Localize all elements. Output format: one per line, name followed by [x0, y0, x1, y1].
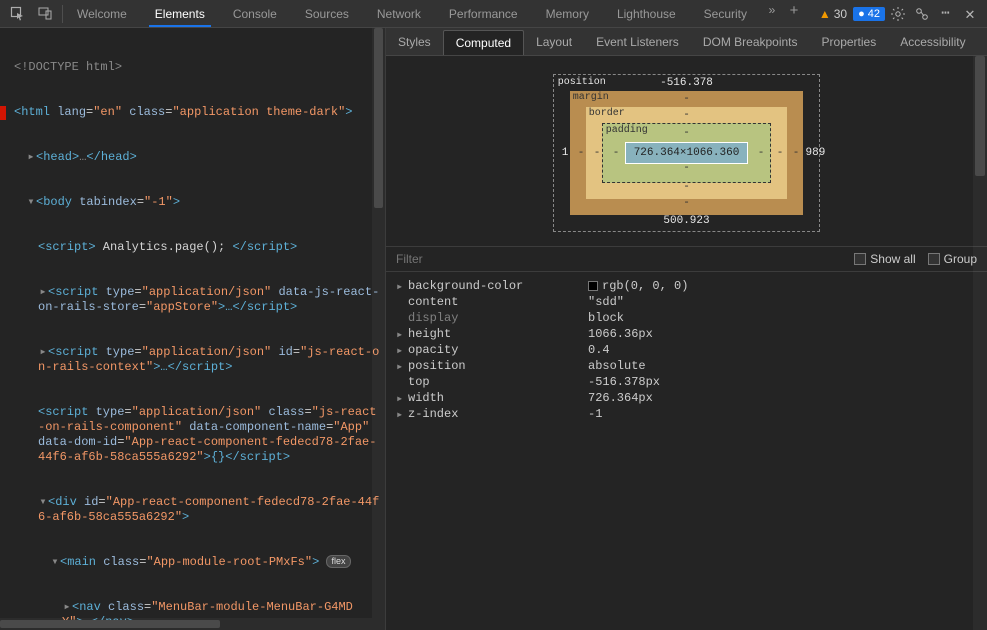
- elements-dom-tree-pane: <!DOCTYPE html> <html lang="en" class="a…: [0, 28, 385, 630]
- subtab-dom-breakpoints[interactable]: DOM Breakpoints: [691, 28, 810, 55]
- expand-arrow-icon[interactable]: ▾: [26, 195, 36, 210]
- overview-marker: [0, 106, 6, 120]
- computed-prop-row[interactable]: content"sdd": [396, 294, 977, 310]
- tab-elements[interactable]: Elements: [141, 0, 219, 27]
- doctype-line: <!DOCTYPE html>: [14, 60, 122, 74]
- subtab-styles[interactable]: Styles: [386, 28, 443, 55]
- dom-tree[interactable]: <!DOCTYPE html> <html lang="en" class="a…: [0, 28, 385, 630]
- color-swatch-icon[interactable]: [588, 281, 598, 291]
- tab-network[interactable]: Network: [363, 0, 435, 27]
- tab-performance[interactable]: Performance: [435, 0, 532, 27]
- more-options-icon[interactable]: ⋯: [935, 3, 957, 25]
- box-model-position-bottom[interactable]: 500.923: [663, 215, 709, 227]
- computed-properties-list: ▸background-colorrgb(0, 0, 0) content"sd…: [386, 272, 987, 428]
- subtab-accessibility[interactable]: Accessibility: [888, 28, 977, 55]
- computed-prop-row[interactable]: top-516.378px: [396, 374, 977, 390]
- computed-filter-row: Show all Group: [386, 246, 987, 272]
- flex-badge[interactable]: flex: [326, 555, 350, 568]
- computed-prop-row[interactable]: displayblock: [396, 310, 977, 326]
- warnings-count: 30: [834, 7, 847, 21]
- box-model-diagram: position -516.378 500.923 1.989 -1.989 m…: [386, 56, 987, 246]
- box-model-padding-label: padding: [606, 125, 648, 136]
- computed-filter-input[interactable]: [396, 252, 842, 266]
- toggle-device-icon[interactable]: [34, 3, 56, 25]
- tab-welcome[interactable]: Welcome: [63, 0, 141, 27]
- tab-security[interactable]: Security: [690, 0, 761, 27]
- computed-prop-row[interactable]: ▸opacity0.4: [396, 342, 977, 358]
- subtab-event-listeners[interactable]: Event Listeners: [584, 28, 691, 55]
- more-tabs-icon[interactable]: »: [761, 0, 783, 22]
- computed-prop-row[interactable]: ▸z-index-1: [396, 406, 977, 422]
- close-devtools-icon[interactable]: ✕: [959, 3, 981, 25]
- computed-prop-row[interactable]: ▸height1066.36px: [396, 326, 977, 342]
- box-model-position-top[interactable]: -516.378: [660, 77, 713, 89]
- devtools-topbar: Welcome Elements Console Sources Network…: [0, 0, 987, 28]
- issues-count: 42: [868, 8, 880, 20]
- expand-arrow-icon[interactable]: ▸: [26, 150, 36, 165]
- show-all-checkbox[interactable]: Show all: [854, 252, 915, 266]
- computed-prop-row[interactable]: ▸width726.364px: [396, 390, 977, 406]
- box-model-border-label: border: [589, 108, 625, 119]
- tab-lighthouse[interactable]: Lighthouse: [603, 0, 690, 27]
- subtab-layout[interactable]: Layout: [524, 28, 584, 55]
- customize-icon[interactable]: [911, 3, 933, 25]
- box-model-margin-label: margin: [573, 92, 609, 103]
- group-checkbox[interactable]: Group: [928, 252, 977, 266]
- subtab-computed[interactable]: Computed: [443, 30, 524, 55]
- tab-console[interactable]: Console: [219, 0, 291, 27]
- inspect-element-icon[interactable]: [6, 3, 28, 25]
- computed-prop-row[interactable]: ▸positionabsolute: [396, 358, 977, 374]
- box-model-position-label: position: [558, 77, 606, 88]
- styles-sidebar-pane: Styles Computed Layout Event Listeners D…: [385, 28, 987, 630]
- computed-prop-row[interactable]: ▸background-colorrgb(0, 0, 0): [396, 278, 977, 294]
- sidebar-subtabs: Styles Computed Layout Event Listeners D…: [386, 28, 987, 56]
- issues-badge[interactable]: ●42: [853, 7, 885, 21]
- tab-sources[interactable]: Sources: [291, 0, 363, 27]
- settings-gear-icon[interactable]: [887, 3, 909, 25]
- overview-ruler: [980, 28, 987, 630]
- subtab-properties[interactable]: Properties: [810, 28, 889, 55]
- box-model-content-size[interactable]: 726.364×1066.360: [625, 142, 749, 164]
- tab-memory[interactable]: Memory: [532, 0, 603, 27]
- dom-tree-horizontal-scrollbar[interactable]: [0, 618, 372, 630]
- warnings-badge[interactable]: ▲30: [815, 7, 851, 21]
- dom-tree-vertical-scrollbar[interactable]: [372, 28, 385, 630]
- main-tabs: Welcome Elements Console Sources Network…: [63, 0, 815, 27]
- add-tab-icon[interactable]: +: [783, 0, 805, 22]
